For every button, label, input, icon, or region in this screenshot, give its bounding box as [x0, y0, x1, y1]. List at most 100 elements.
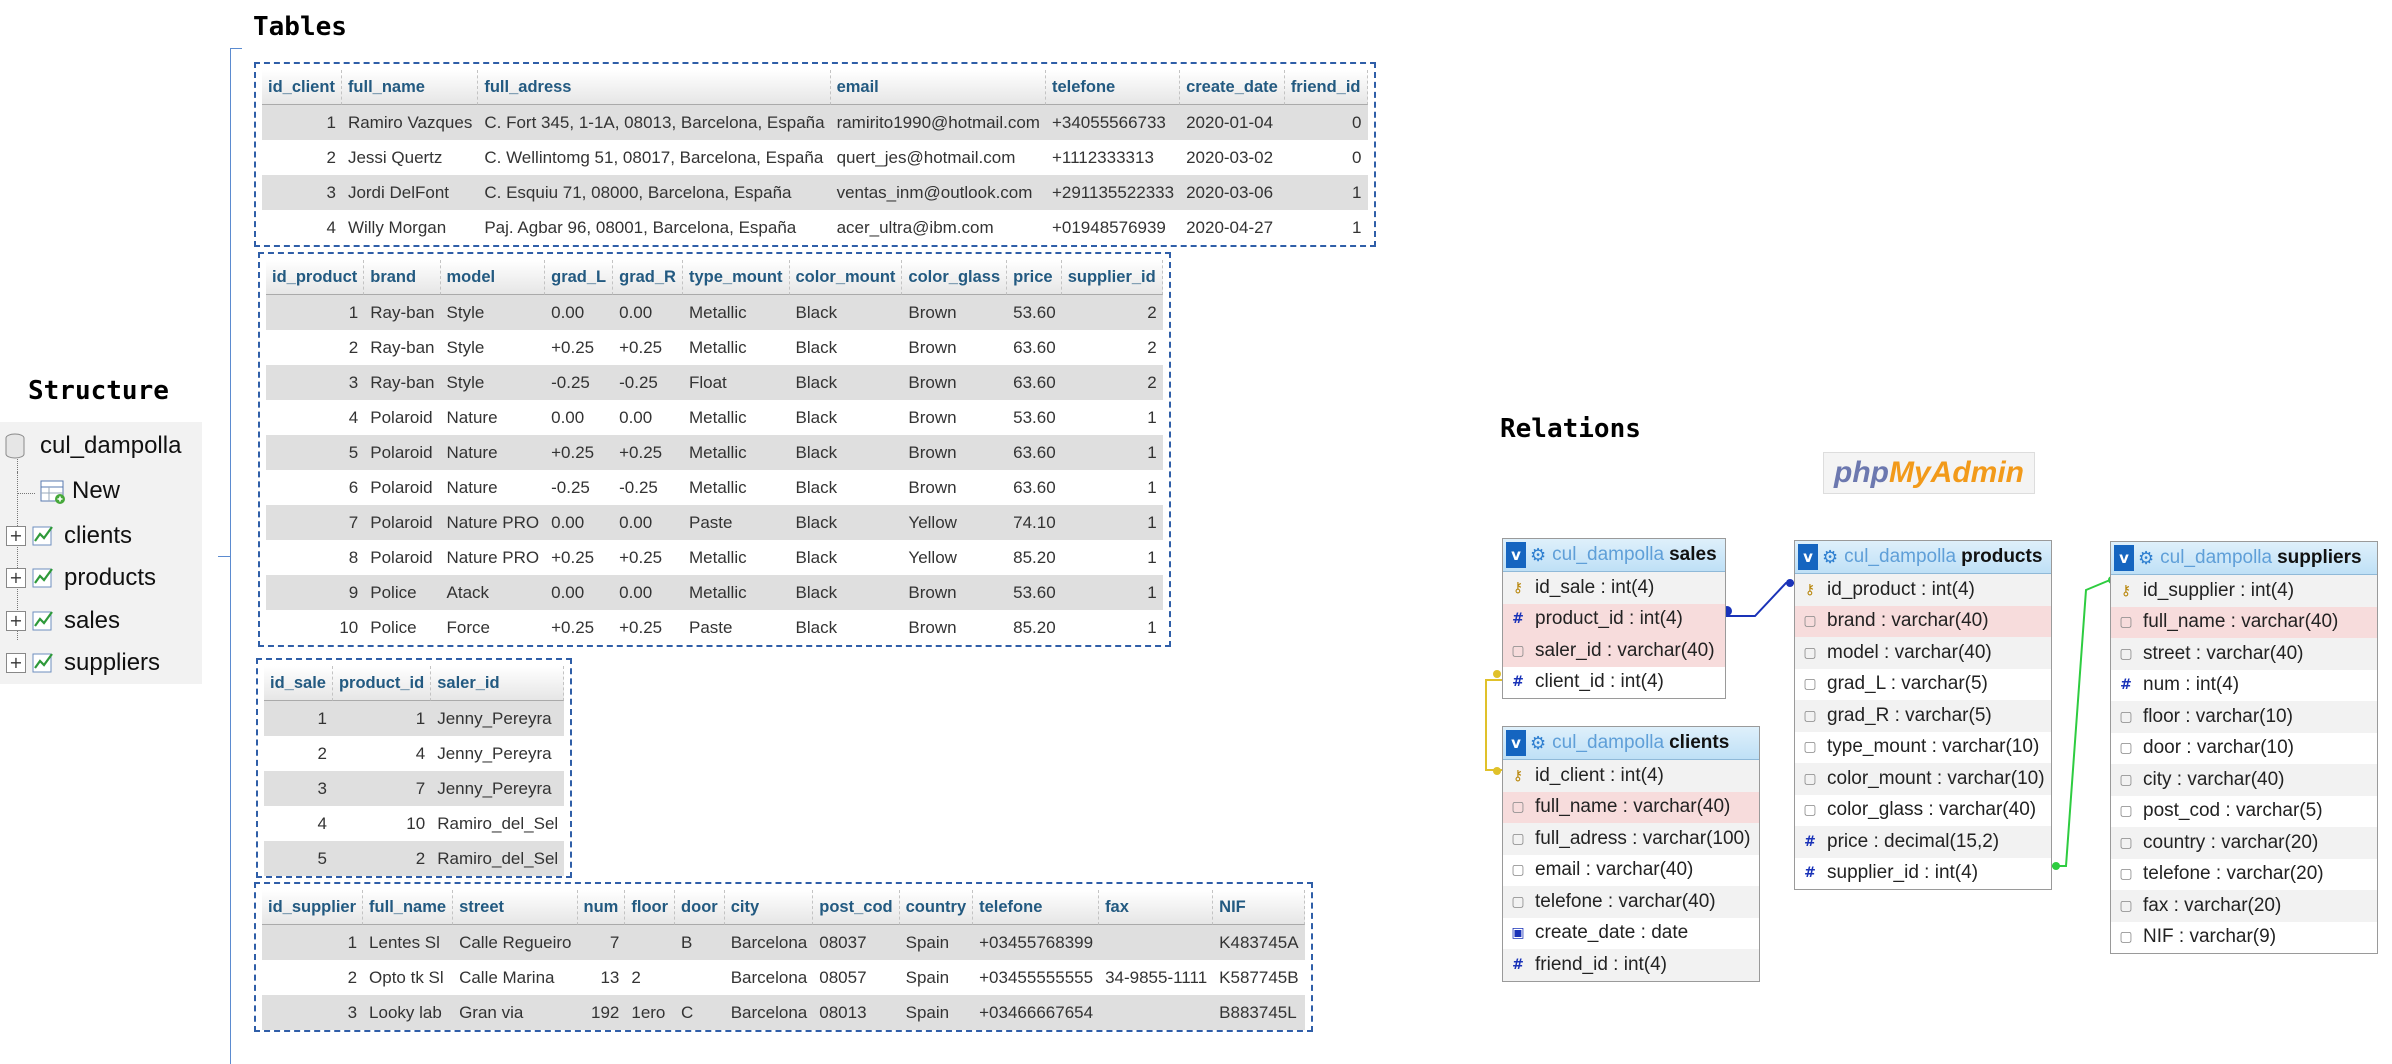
column-header[interactable]: id_supplier	[262, 890, 364, 925]
column-header[interactable]: saler_id	[431, 666, 565, 701]
column-header[interactable]: city	[724, 890, 814, 925]
table-row: 5 Polaroid Nature +0.25 +0.25 Metallic Black Br…	[266, 435, 1163, 470]
relation-field[interactable]: ▣ create_date : date	[1503, 918, 1759, 950]
relation-box-header[interactable]: v ⚙ cul_dampolla products	[1795, 541, 2051, 574]
column-header[interactable]: num	[577, 890, 626, 925]
relation-box-products[interactable]: v ⚙ cul_dampolla products ⚷ id_product : int(…	[1794, 540, 2052, 890]
column-header[interactable]: id_client	[262, 70, 342, 105]
gear-icon[interactable]: ⚙	[1530, 733, 1546, 754]
relation-field[interactable]: # price : decimal(15,2)	[1795, 826, 2051, 858]
column-header[interactable]: price	[1007, 260, 1062, 295]
relation-field[interactable]: ▢ door : varchar(10)	[2111, 733, 2377, 765]
table-cell: 2	[266, 330, 365, 365]
relation-field[interactable]: ▢ email : varchar(40)	[1503, 855, 1759, 887]
table-row: 7 Polaroid Nature PRO 0.00 0.00 Paste Black Yel…	[266, 505, 1163, 540]
expand-icon[interactable]: +	[6, 611, 26, 631]
relation-field[interactable]: ▢ street : varchar(40)	[2111, 638, 2377, 670]
relation-field[interactable]: # supplier_id : int(4)	[1795, 858, 2051, 890]
column-header[interactable]: full_name	[341, 70, 479, 105]
column-header[interactable]: email	[830, 70, 1046, 105]
relation-field[interactable]: ▢ post_cod : varchar(5)	[2111, 796, 2377, 828]
relation-field[interactable]: ⚷ id_sale : int(4)	[1503, 572, 1725, 604]
relation-field[interactable]: ▢ model : varchar(40)	[1795, 637, 2051, 669]
relation-field[interactable]: ▢ telefone : varchar(20)	[2111, 859, 2377, 891]
column-header[interactable]: telefone	[973, 890, 1100, 925]
column-header[interactable]: NIF	[1213, 890, 1305, 925]
relation-field[interactable]: ▢ color_mount : varchar(10)	[1795, 763, 2051, 795]
table-cell: Gran via	[453, 995, 578, 1030]
tree-database[interactable]: cul_dampolla	[4, 432, 181, 460]
column-header[interactable]: telefone	[1045, 70, 1181, 105]
relation-box-header[interactable]: v ⚙ cul_dampolla clients	[1503, 727, 1759, 760]
products-data-table: id_product brand model grad_L grad_R type_mou…	[258, 252, 1171, 647]
table-cell: +0.25	[613, 610, 683, 645]
relation-box-header[interactable]: v ⚙ cul_dampolla suppliers	[2111, 542, 2377, 575]
tree-item-sales[interactable]: + sales	[6, 607, 120, 635]
relation-field[interactable]: # product_id : int(4)	[1503, 603, 1725, 635]
column-header[interactable]: country	[899, 890, 974, 925]
relation-field[interactable]: ⚷ id_client : int(4)	[1503, 760, 1759, 792]
expand-icon[interactable]: +	[6, 568, 26, 588]
relation-field[interactable]: ▢ fax : varchar(20)	[2111, 890, 2377, 922]
column-header[interactable]: full_adress	[478, 70, 831, 105]
table-cell: Lentes Sl	[363, 925, 454, 960]
tree-item-new[interactable]: New	[40, 477, 120, 505]
toggle-icon[interactable]: v	[1798, 544, 1818, 570]
relation-field[interactable]: ▢ grad_L : varchar(5)	[1795, 669, 2051, 701]
relation-box-clients[interactable]: v ⚙ cul_dampolla clients ⚷ id_client : int(4)…	[1502, 726, 1760, 982]
column-header[interactable]: model	[440, 260, 546, 295]
column-header[interactable]: grad_R	[613, 260, 683, 295]
toggle-icon[interactable]: v	[1506, 730, 1526, 756]
column-header[interactable]: street	[453, 890, 578, 925]
relation-field[interactable]: # num : int(4)	[2111, 670, 2377, 702]
column-header[interactable]: id_sale	[264, 666, 333, 701]
relation-field[interactable]: ▢ full_name : varchar(40)	[1503, 791, 1759, 823]
column-header[interactable]: post_cod	[813, 890, 900, 925]
column-header[interactable]: color_glass	[902, 260, 1008, 295]
tree-item-products[interactable]: + products	[6, 564, 156, 592]
relation-field[interactable]: ▢ brand : varchar(40)	[1795, 605, 2051, 637]
column-header[interactable]: color_mount	[789, 260, 903, 295]
table-cell: +0.25	[545, 330, 614, 365]
expand-icon[interactable]: +	[6, 653, 26, 673]
column-header[interactable]: floor	[625, 890, 676, 925]
relation-field[interactable]: # friend_id : int(4)	[1503, 949, 1759, 981]
relation-field[interactable]: ⚷ id_product : int(4)	[1795, 574, 2051, 606]
column-header[interactable]: fax	[1099, 890, 1214, 925]
column-header[interactable]: grad_L	[545, 260, 614, 295]
column-header[interactable]: brand	[364, 260, 441, 295]
gear-icon[interactable]: ⚙	[2138, 548, 2154, 569]
relation-field[interactable]: ▢ floor : varchar(10)	[2111, 701, 2377, 733]
relation-field[interactable]: ▢ full_name : varchar(40)	[2111, 606, 2377, 638]
relation-field[interactable]: ▢ color_glass : varchar(40)	[1795, 795, 2051, 827]
column-header[interactable]: full_name	[363, 890, 454, 925]
relation-field[interactable]: ▢ city : varchar(40)	[2111, 764, 2377, 796]
relation-field[interactable]: ⚷ id_supplier : int(4)	[2111, 575, 2377, 607]
expand-icon[interactable]: +	[6, 526, 26, 546]
relation-field[interactable]: ▢ telefone : varchar(40)	[1503, 886, 1759, 918]
relation-box-header[interactable]: v ⚙ cul_dampolla sales	[1503, 539, 1725, 572]
relation-box-suppliers[interactable]: v ⚙ cul_dampolla suppliers ⚷ id_supplier : in…	[2110, 541, 2378, 954]
relation-field[interactable]: ▢ type_mount : varchar(10)	[1795, 732, 2051, 764]
toggle-icon[interactable]: v	[2114, 545, 2134, 571]
gear-icon[interactable]: ⚙	[1530, 545, 1546, 566]
relation-field[interactable]: # client_id : int(4)	[1503, 667, 1725, 699]
gear-icon[interactable]: ⚙	[1822, 547, 1838, 568]
relation-field[interactable]: ▢ grad_R : varchar(5)	[1795, 700, 2051, 732]
toggle-icon[interactable]: v	[1506, 542, 1526, 568]
relation-field[interactable]: ▢ country : varchar(20)	[2111, 827, 2377, 859]
column-header[interactable]: product_id	[332, 666, 432, 701]
column-header[interactable]: supplier_id	[1061, 260, 1163, 295]
tree-item-suppliers[interactable]: + suppliers	[6, 649, 160, 677]
column-header[interactable]: create_date	[1180, 70, 1285, 105]
column-header[interactable]: friend_id	[1284, 70, 1368, 105]
table-cell	[675, 960, 725, 995]
relation-box-sales[interactable]: v ⚙ cul_dampolla sales ⚷ id_sale : int(4) # pro…	[1502, 538, 1726, 699]
relation-field[interactable]: ▢ saler_id : varchar(40)	[1503, 635, 1725, 667]
column-header[interactable]: id_product	[266, 260, 365, 295]
tree-item-clients[interactable]: + clients	[6, 522, 132, 550]
relation-field[interactable]: ▢ NIF : varchar(9)	[2111, 922, 2377, 954]
relation-field[interactable]: ▢ full_adress : varchar(100)	[1503, 823, 1759, 855]
column-header[interactable]: door	[675, 890, 725, 925]
column-header[interactable]: type_mount	[682, 260, 790, 295]
